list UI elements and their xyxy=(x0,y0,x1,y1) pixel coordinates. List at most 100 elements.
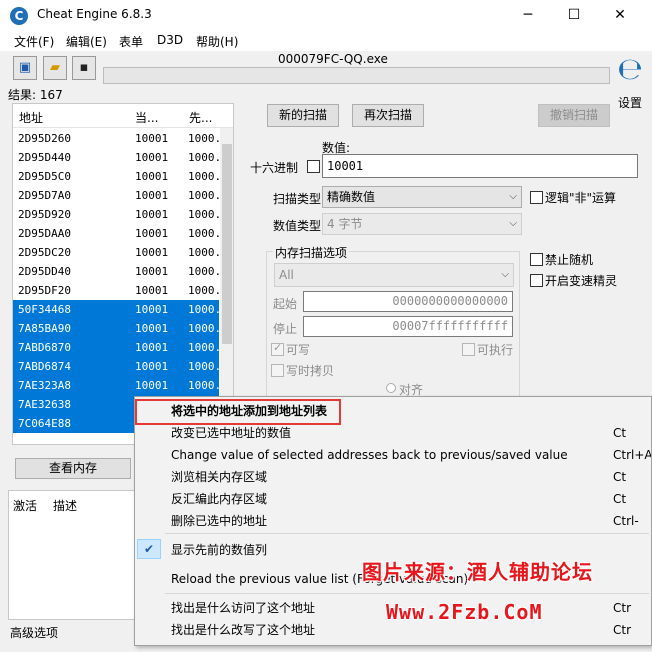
cell-current: 10001 xyxy=(135,360,169,373)
table-row[interactable]: 2D95DD40 10001 1000. xyxy=(13,262,221,281)
cell-current: 10001 xyxy=(135,341,169,354)
cell-address: 7AE32638 xyxy=(18,398,71,411)
table-row[interactable]: 7ABD6874 10001 1000. xyxy=(13,357,221,376)
menu-item-1[interactable]: 将选中的地址添加到地址列表 xyxy=(171,401,327,421)
menu-item-3[interactable]: Change value of selected addresses back … xyxy=(171,445,568,465)
copy-on-write-checkbox[interactable] xyxy=(271,364,284,377)
column-description[interactable]: 描述 xyxy=(53,497,77,514)
cell-previous: 1000. xyxy=(188,322,222,335)
scan-type-select[interactable]: 精确数值 ⌵ xyxy=(322,186,522,208)
cell-address: 2D95DF20 xyxy=(18,284,71,297)
scan-results-list[interactable]: 地址 当... 先... 2D95D260 10001 1000. 2D95D440 1… xyxy=(12,103,234,445)
start-label: 起始 xyxy=(273,297,298,311)
cell-previous: 1000. xyxy=(188,151,222,164)
next-scan-button[interactable]: 再次扫描 xyxy=(352,104,424,127)
menu-table[interactable]: 表单 xyxy=(119,33,143,50)
menu-help[interactable]: 帮助(H) xyxy=(196,33,238,50)
value-input[interactable]: 10001 xyxy=(322,154,638,178)
results-scroll-thumb[interactable] xyxy=(222,144,232,344)
window-title: Cheat Engine 6.8.3 xyxy=(37,7,152,21)
disable-random-checkbox[interactable] xyxy=(530,253,543,266)
hex-checkbox[interactable] xyxy=(307,160,320,173)
menu-shortcut: Ctr xyxy=(613,601,632,615)
watermark-source: 图片来源：酒人辅助论坛 xyxy=(362,560,593,584)
executable-checkbox[interactable] xyxy=(462,343,475,356)
memory-region-select[interactable]: All ⌵ xyxy=(274,263,514,287)
start-address-input[interactable]: 0000000000000000 xyxy=(303,291,513,312)
copy-on-write-label: 写时拷贝 xyxy=(286,364,335,378)
cell-address: 2D95D920 xyxy=(18,208,71,221)
column-address[interactable]: 地址 xyxy=(19,109,43,126)
results-count: 结果: 167 xyxy=(8,88,63,102)
table-row[interactable]: 2D95DAA0 10001 1000. xyxy=(13,224,221,243)
logic-not-label: 逻辑"非"运算 xyxy=(545,191,617,205)
speedhack-checkbox[interactable] xyxy=(530,274,543,287)
executable-label: 可执行 xyxy=(477,343,514,357)
menu-item-5[interactable]: 反汇编此内存区域 xyxy=(171,489,267,509)
table-row[interactable]: 7A85BA90 10001 1000. xyxy=(13,319,222,338)
open-process-icon[interactable]: ▣ xyxy=(13,56,37,80)
column-current[interactable]: 当... xyxy=(135,109,158,126)
menu-item-9[interactable]: 找出是什么访问了这个地址 xyxy=(171,598,315,618)
value-type-select[interactable]: 4 字节 ⌵ xyxy=(322,213,522,235)
menu-item-10[interactable]: 找出是什么改写了这个地址 xyxy=(171,620,315,640)
menu-file[interactable]: 文件(F) xyxy=(14,33,54,50)
cheat-engine-logo-icon[interactable]: ℮ xyxy=(614,52,646,90)
new-scan-button[interactable]: 新的扫描 xyxy=(267,104,339,127)
cell-previous: 1000. xyxy=(188,341,222,354)
writable-checkbox[interactable] xyxy=(271,341,284,356)
save-icon[interactable]: ▪ xyxy=(72,56,96,80)
logic-not-checkbox[interactable] xyxy=(530,191,543,204)
table-row[interactable]: 2D95DF20 10001 1000. xyxy=(13,281,221,300)
checkmark-icon: ✔ xyxy=(137,539,161,559)
close-button[interactable]: ✕ xyxy=(597,0,643,31)
table-row[interactable]: 2D95D440 10001 1000. xyxy=(13,148,222,167)
menu-item-4[interactable]: 浏览相关内存区域 xyxy=(171,467,267,487)
title-bar: C Cheat Engine 6.8.3 ─ ☐ ✕ xyxy=(0,0,652,31)
menu-shortcut: Ct xyxy=(613,470,627,484)
menu-item-6[interactable]: 删除已选中的地址 xyxy=(171,511,267,531)
cell-current: 10001 xyxy=(135,170,169,183)
settings-label[interactable]: 设置 xyxy=(618,94,642,111)
menu-d3d[interactable]: D3D xyxy=(157,33,183,47)
minimize-button[interactable]: ─ xyxy=(505,0,551,31)
memory-options-label: 内存扫描选项 xyxy=(273,244,350,261)
advanced-options-link[interactable]: 高级选项 xyxy=(10,624,58,641)
menu-item-7[interactable]: 显示先前的数值列 xyxy=(171,540,267,560)
stop-address-input[interactable]: 00007fffffffffff xyxy=(303,316,513,337)
cell-address: 2D95D5C0 xyxy=(18,170,71,183)
table-row[interactable]: 2D95D920 10001 1000. xyxy=(13,205,221,224)
column-active[interactable]: 激活 xyxy=(13,497,37,514)
column-previous[interactable]: 先... xyxy=(189,109,212,126)
undo-scan-button[interactable]: 撤销扫描 xyxy=(538,104,610,127)
stop-label: 停止 xyxy=(273,322,298,336)
table-row[interactable]: 2D95DC20 10001 1000. xyxy=(13,243,221,262)
table-row[interactable]: 2D95D260 10001 1000. xyxy=(13,129,221,148)
menu-edit[interactable]: 编辑(E) xyxy=(66,33,107,50)
table-row[interactable]: 2D95D7A0 10001 1000. xyxy=(13,186,221,205)
cell-current: 10001 xyxy=(135,208,169,221)
watermark-url: Www.2Fzb.CoM xyxy=(386,600,543,624)
open-file-icon[interactable]: ▰ xyxy=(43,56,67,80)
chevron-down-icon: ⌵ xyxy=(509,218,517,229)
cell-address: 7ABD6870 xyxy=(18,341,71,354)
table-row[interactable]: 2D95D5C0 10001 1000. xyxy=(13,167,221,186)
results-header: 地址 当... 先... xyxy=(13,104,233,128)
table-row[interactable]: 7AE323A8 10001 1000. xyxy=(13,376,221,395)
view-memory-button[interactable]: 查看内存 xyxy=(15,458,131,479)
process-name: 000079FC-QQ.exe xyxy=(278,52,388,66)
align-radio[interactable] xyxy=(386,383,396,393)
maximize-button[interactable]: ☐ xyxy=(551,0,597,31)
address-list[interactable]: 激活 描述 xyxy=(8,490,138,620)
memory-region-value: All xyxy=(279,268,294,282)
table-row[interactable]: 50F34468 10001 1000. xyxy=(13,300,221,319)
cell-current: 10001 xyxy=(135,379,169,392)
table-row[interactable]: 7ABD6870 10001 1000. xyxy=(13,338,222,357)
menu-separator xyxy=(165,593,649,594)
menu-shortcut: Ct xyxy=(613,492,627,506)
cell-current: 10001 xyxy=(135,151,169,164)
hex-label: 十六进制 xyxy=(250,161,299,175)
menu-item-2[interactable]: 改变已选中地址的数值 xyxy=(171,423,291,443)
writable-label: 可写 xyxy=(286,343,311,357)
menu-shortcut: Ctrl- xyxy=(613,514,639,528)
